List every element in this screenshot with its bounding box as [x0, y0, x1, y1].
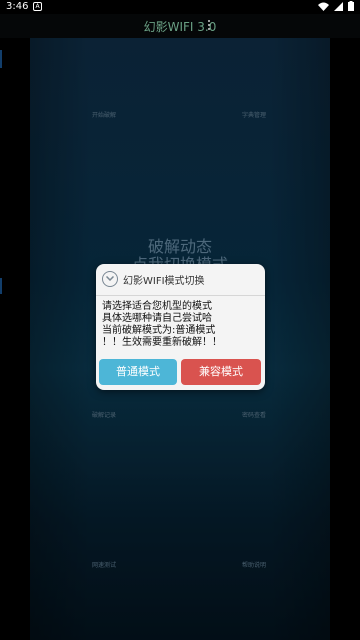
dialog-divider [96, 295, 265, 296]
status-bar: 3:46 A [0, 0, 360, 14]
dialog-title: 幻影WIFI模式切换 [123, 276, 205, 287]
status-icons [318, 1, 354, 11]
dialog-message-line: 请选择适合您机型的模式 [102, 301, 212, 312]
notification-icon: A [33, 2, 42, 11]
app-title: 幻影WIFI 3.0 [143, 20, 217, 34]
signal-icon [334, 1, 343, 11]
battery-icon [348, 1, 354, 11]
normal-mode-button[interactable]: 普通模式 [99, 359, 177, 385]
screen: 3:46 A 幻影WIFI 3.0 开始破解 字典管理 破解记录 密码查看 网速… [0, 0, 360, 640]
status-time: 3:46 [6, 1, 29, 12]
compat-mode-button[interactable]: 兼容模式 [181, 359, 261, 385]
wifi-icon [318, 2, 329, 11]
mode-switch-dialog: 幻影WIFI模式切换 请选择适合您机型的模式 具体选哪种请自己尝试哈 当前破解模… [96, 264, 265, 390]
overflow-menu-icon[interactable] [206, 18, 212, 34]
dialog-message-line: 具体选哪种请自己尝试哈 [102, 313, 212, 324]
app-bar: 幻影WIFI 3.0 [0, 14, 360, 38]
dialog-message-line: 当前破解模式为:普通模式 [102, 325, 216, 336]
dialog-header: 幻影WIFI模式切换 [96, 264, 265, 294]
chevron-down-icon [102, 271, 118, 287]
dialog-message: 请选择适合您机型的模式 具体选哪种请自己尝试哈 当前破解模式为:普通模式 ！！生… [102, 301, 262, 349]
dialog-message-line: ！！生效需要重新破解！！ [102, 337, 222, 348]
